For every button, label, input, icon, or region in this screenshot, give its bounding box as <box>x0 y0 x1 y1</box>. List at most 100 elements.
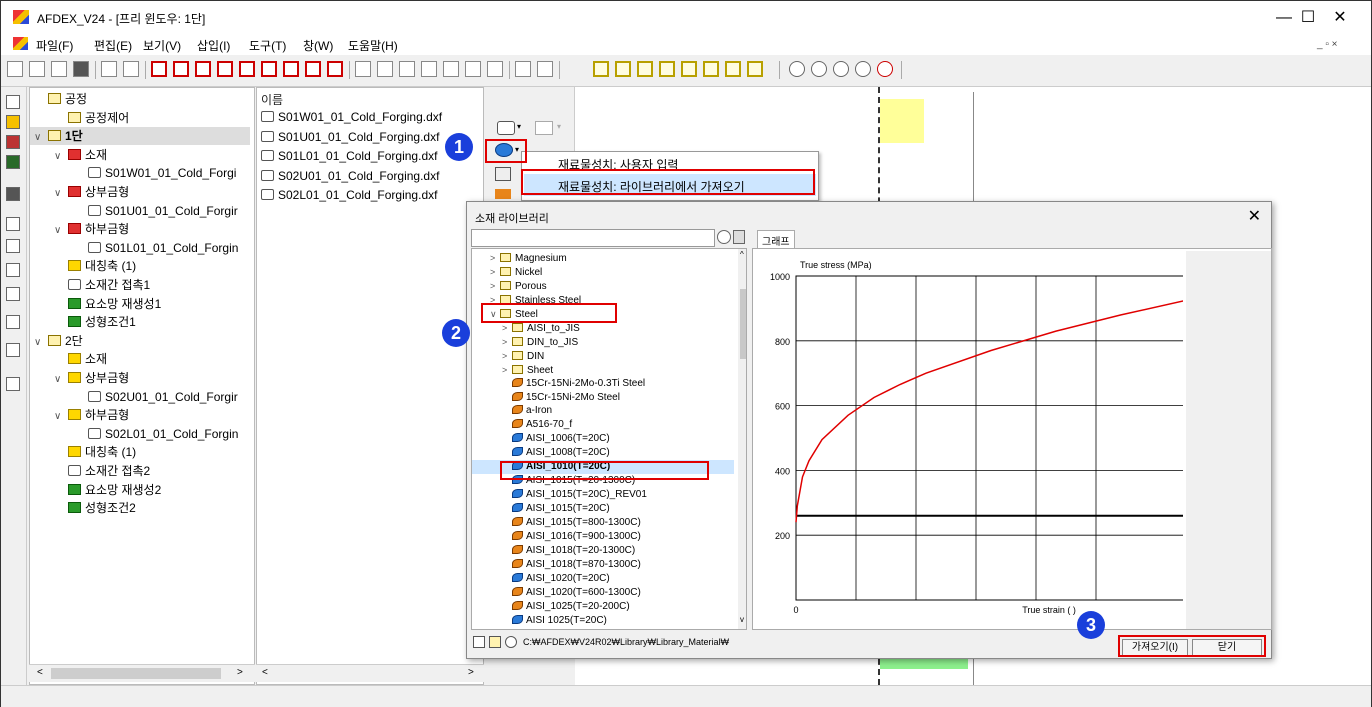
library-item[interactable]: > DIN_to_JIS <box>502 335 578 349</box>
library-item[interactable]: AISI_1020(T=600-1300C) <box>502 586 641 600</box>
menu-window[interactable]: 창(W) <box>303 37 333 54</box>
cube-view-1-icon[interactable] <box>151 61 167 77</box>
expand-chevron-icon[interactable]: > <box>490 279 500 293</box>
open-recent-icon[interactable] <box>51 61 67 77</box>
file-row[interactable]: S02U01_01_Cold_Forging.dxf <box>261 169 439 183</box>
pencil-tool-icon[interactable] <box>495 189 511 199</box>
menu-view[interactable]: 보기(V) <box>143 37 181 54</box>
tree-item[interactable]: 소재 <box>54 350 107 368</box>
expand-chevron-icon[interactable]: ∨ <box>54 148 68 166</box>
mesh-tool-icon[interactable] <box>495 167 511 181</box>
die-tool-dropdown-icon[interactable]: ▾ <box>557 122 561 131</box>
zoom-fit-icon[interactable] <box>789 61 805 77</box>
view-yellow-5-icon[interactable] <box>681 61 697 77</box>
monitor-2-icon[interactable] <box>6 155 20 169</box>
rotate-icon[interactable] <box>877 61 893 77</box>
expand-chevron-icon[interactable]: ∨ <box>54 185 68 203</box>
scroll-right-icon[interactable]: > <box>237 667 243 678</box>
folder-up-icon[interactable] <box>489 636 501 648</box>
view-yellow-2-icon[interactable] <box>615 61 631 77</box>
name-column-header[interactable]: 이름 <box>261 91 283 108</box>
tree-item[interactable]: S02L01_01_Cold_Forgin <box>74 425 238 443</box>
library-item[interactable]: 15Cr-15Ni-2Mo Steel <box>502 391 620 405</box>
library-item[interactable]: > Nickel <box>490 265 542 279</box>
view-yellow-6-icon[interactable] <box>703 61 719 77</box>
library-item[interactable]: AISI_1015(T=20C) <box>502 502 610 516</box>
tree-item[interactable]: S01U01_01_Cold_Forgir <box>74 202 238 220</box>
expand-chevron-icon[interactable]: > <box>502 363 512 377</box>
search-icon[interactable] <box>717 230 731 244</box>
menu-help[interactable]: 도움말(H) <box>348 37 398 54</box>
library-item[interactable]: AISI_1025(T=20-200C) <box>502 600 630 614</box>
scroll-thumb[interactable] <box>740 289 746 359</box>
monitor-1-icon[interactable] <box>6 135 20 149</box>
tree-item[interactable]: 대칭축 (1) <box>54 257 136 275</box>
library-item[interactable]: AISI_1016(T=900-1300C) <box>502 530 641 544</box>
tree-item[interactable]: ∨ 상부금형 <box>54 183 129 201</box>
shape-tool-dropdown-icon[interactable]: ▾ <box>517 122 521 131</box>
tool-b-icon[interactable] <box>6 239 20 253</box>
die-tool-icon[interactable] <box>535 121 553 135</box>
view-yellow-3-icon[interactable] <box>637 61 653 77</box>
mesh-tool-3-icon[interactable] <box>399 61 415 77</box>
file-list-horizontal-scrollbar[interactable]: < > <box>256 664 484 682</box>
view-yellow-1-icon[interactable] <box>593 61 609 77</box>
zoom-in-icon[interactable] <box>811 61 827 77</box>
tree-item[interactable]: ∨ 2단 <box>34 332 83 350</box>
material-icon[interactable] <box>6 115 20 129</box>
tree-item[interactable]: 요소망 재생성1 <box>54 295 161 313</box>
tree-item[interactable]: ∨ 상부금형 <box>54 369 129 387</box>
tool-f-icon[interactable] <box>6 343 20 357</box>
library-item[interactable]: AISI_1015(T=20C)_REV01 <box>502 488 647 502</box>
clear-search-icon[interactable] <box>733 230 745 244</box>
library-item[interactable]: > Sheet <box>502 363 553 377</box>
tree-item[interactable]: S01W01_01_Cold_Forgi <box>74 164 236 182</box>
tree-item[interactable]: S01L01_01_Cold_Forgin <box>74 239 238 257</box>
close-button[interactable]: ✕ <box>1325 7 1355 29</box>
mesh-tool-4-icon[interactable] <box>421 61 437 77</box>
menu-insert[interactable]: 삽입(I) <box>197 37 230 54</box>
scroll-left-icon[interactable]: < <box>37 667 43 678</box>
expand-chevron-icon[interactable]: ∨ <box>54 408 68 426</box>
mdi-controls[interactable]: _ ▫ × <box>1317 39 1338 50</box>
expand-chevron-icon[interactable]: > <box>502 349 512 363</box>
tree-item[interactable]: 공정제어 <box>54 109 129 127</box>
monitor-3-icon[interactable] <box>6 187 20 201</box>
library-item[interactable]: AISI_1018(T=20-1300C) <box>502 544 635 558</box>
menu-edit[interactable]: 편집(E) <box>94 37 132 54</box>
maximize-button[interactable]: ☐ <box>1293 7 1323 29</box>
tree-view-icon[interactable] <box>6 95 20 109</box>
cube-view-3-icon[interactable] <box>195 61 211 77</box>
scroll-right-icon[interactable]: > <box>468 667 474 678</box>
tree-item[interactable]: 소재간 접촉2 <box>54 462 150 480</box>
tree-item[interactable]: 소재간 접촉1 <box>54 276 150 294</box>
expand-chevron-icon[interactable]: ∨ <box>34 129 48 147</box>
tree-item[interactable]: 성형조건1 <box>54 313 136 331</box>
tree-item[interactable]: ∨ 하부금형 <box>54 406 129 424</box>
refresh-icon[interactable] <box>505 636 517 648</box>
shape-tool-icon[interactable] <box>497 121 515 135</box>
library-item[interactable]: > Magnesium <box>490 251 567 265</box>
cube-view-5-icon[interactable] <box>239 61 255 77</box>
file-row[interactable]: S01W01_01_Cold_Forging.dxf <box>261 110 442 124</box>
cube-view-6-icon[interactable] <box>261 61 277 77</box>
expand-chevron-icon[interactable]: ∨ <box>54 371 68 389</box>
tab-graph[interactable]: 그래프 <box>757 230 795 248</box>
tree-item[interactable]: ∨ 하부금형 <box>54 220 129 238</box>
library-item[interactable]: AISI_1015(T=800-1300C) <box>502 516 641 530</box>
tree-item[interactable]: 대칭축 (1) <box>54 443 136 461</box>
scroll-left-icon[interactable]: < <box>262 667 268 678</box>
scroll-down-icon[interactable]: v <box>740 615 744 624</box>
cube-view-2-icon[interactable] <box>173 61 189 77</box>
mesh-tool-6-icon[interactable] <box>465 61 481 77</box>
tree-item[interactable]: ∨ 1단 <box>30 127 250 147</box>
tree-item[interactable]: 요소망 재생성2 <box>54 481 161 499</box>
file-row[interactable]: S01L01_01_Cold_Forging.dxf <box>261 149 437 163</box>
view-yellow-7-icon[interactable] <box>725 61 741 77</box>
mesh-tool-5-icon[interactable] <box>443 61 459 77</box>
mesh-tool-2-icon[interactable] <box>377 61 393 77</box>
tool-a-icon[interactable] <box>6 217 20 231</box>
expand-chevron-icon[interactable]: ∨ <box>54 222 68 240</box>
tree-item[interactable]: ∨ 소재 <box>54 146 107 164</box>
library-item[interactable]: AISI_1018(T=870-1300C) <box>502 558 641 572</box>
